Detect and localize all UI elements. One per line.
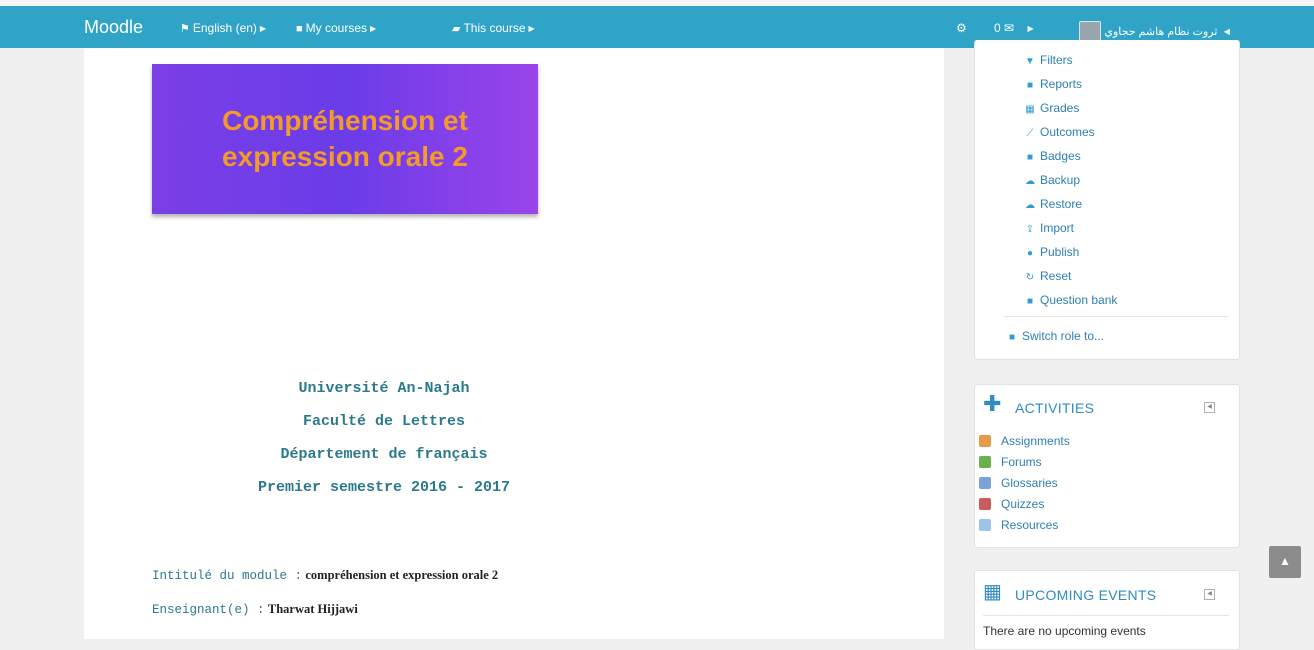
gear-icon: ⚙	[956, 21, 967, 35]
divider	[983, 615, 1229, 616]
resource-icon	[979, 519, 991, 531]
activities-title: ACTIVITIES	[1015, 400, 1095, 416]
calendar-icon: ▦	[983, 581, 1002, 603]
site-brand[interactable]: Moodle	[84, 17, 143, 38]
admin-item-outcomes[interactable]: ⟋ Outcomes	[1023, 125, 1095, 139]
caret-right-icon: ▶	[528, 24, 535, 33]
course-header: Université An-Najah Faculté de Lettres D…	[84, 372, 684, 504]
activity-glossaries[interactable]: Glossaries	[979, 476, 1058, 490]
switch-role-link[interactable]: ■ Switch role to...	[1005, 329, 1104, 343]
department-name: Département de français	[280, 446, 488, 463]
folder-icon: ■	[1026, 152, 1034, 163]
folder-icon: ■	[1026, 80, 1034, 91]
activity-forums[interactable]: Forums	[979, 455, 1042, 469]
admin-item-restore[interactable]: ☁ Restore	[1023, 197, 1082, 211]
teacher-value: Tharwat Hijjawi	[267, 602, 358, 616]
puzzle-icon: ✚	[983, 391, 1002, 416]
caret-right-icon: ▶	[370, 24, 377, 33]
quiz-icon	[979, 498, 991, 510]
book-icon: ▰	[452, 23, 461, 35]
caret-left-icon: ◀	[1223, 27, 1230, 37]
university-name: Université An-Najah	[298, 380, 470, 397]
refresh-icon: ↻	[1025, 272, 1035, 283]
module-value: compréhension et expression orale 2	[305, 568, 499, 582]
collapse-block-icon[interactable]: ◀	[1204, 402, 1215, 413]
glossary-icon	[979, 477, 991, 489]
my-courses-label: My courses	[305, 21, 368, 35]
admin-item-publish[interactable]: ● Publish	[1023, 245, 1079, 259]
course-content: Compréhension et expression orale 2 Univ…	[84, 48, 944, 639]
this-course-menu[interactable]: ▰ This course ▶	[452, 21, 535, 35]
course-banner-image: Compréhension et expression orale 2	[152, 64, 538, 214]
table-icon: ▦	[1025, 104, 1035, 115]
settings-button[interactable]: ⚙	[956, 21, 967, 35]
assignment-icon	[979, 435, 991, 447]
no-events-text: There are no upcoming events	[983, 624, 1146, 638]
magic-icon: ⟋	[1026, 128, 1034, 139]
scroll-to-top-button[interactable]: ▲	[1269, 546, 1301, 578]
filter-icon: ▼	[1025, 56, 1035, 67]
activity-resources[interactable]: Resources	[979, 518, 1058, 532]
admin-item-question-bank[interactable]: ■ Question bank	[1023, 293, 1117, 307]
divider	[1003, 316, 1229, 317]
administration-block: ▼ Filters ■ Reports ▦ Grades ⟋ Outcomes ■ Bad…	[974, 40, 1240, 360]
folder-icon: ■	[1026, 296, 1034, 307]
activities-block: ✚ ACTIVITIES ◀ Assignments Forums Glossa…	[974, 384, 1240, 548]
cloud-upload-icon: ☁	[1025, 176, 1035, 187]
my-courses-menu[interactable]: ■ My courses ▶	[296, 21, 376, 35]
globe-icon: ●	[1026, 248, 1034, 259]
faculty-name: Faculté de Lettres	[302, 413, 466, 430]
user-name: ثروت نظام هاشم حجاوي	[1104, 26, 1218, 39]
module-label: Intitulé du module :	[152, 569, 303, 583]
cloud-upload-icon: ☁	[1025, 200, 1035, 211]
banner-line-2: expression orale 2	[222, 141, 468, 172]
flag-icon: ⚑	[180, 23, 190, 35]
banner-line-1: Compréhension et	[222, 105, 468, 136]
module-title-row: Intitulé du module : compréhension et ex…	[152, 568, 498, 583]
teacher-label: Enseignant(e) :	[152, 603, 265, 617]
collapse-block-icon[interactable]: ◀	[1204, 589, 1215, 600]
admin-item-import[interactable]: ⇪ Import	[1023, 221, 1074, 235]
admin-item-reset[interactable]: ↻ Reset	[1023, 269, 1072, 283]
briefcase-icon: ■	[296, 23, 303, 35]
semester: Premier semestre 2016 - 2017	[257, 479, 511, 496]
forum-icon	[979, 456, 991, 468]
upcoming-events-block: ▦ UPCOMING EVENTS ◀ There are no upcomin…	[974, 570, 1240, 650]
language-menu[interactable]: ⚑ English (en) ▶	[180, 21, 266, 35]
upcoming-events-title: UPCOMING EVENTS	[1015, 587, 1157, 603]
envelope-icon: ✉	[1004, 21, 1015, 35]
admin-item-backup[interactable]: ☁ Backup	[1023, 173, 1080, 187]
activity-quizzes[interactable]: Quizzes	[979, 497, 1044, 511]
admin-item-badges[interactable]: ■ Badges	[1023, 149, 1081, 163]
upload-icon: ⇪	[1025, 224, 1035, 235]
caret-right-icon: ▶	[1027, 24, 1034, 33]
arrow-up-icon: ▲	[1279, 554, 1291, 568]
caret-right-icon: ▶	[259, 24, 267, 33]
activity-assignments[interactable]: Assignments	[979, 434, 1070, 448]
language-label: English (en)	[192, 21, 257, 35]
this-course-label: This course	[463, 21, 526, 35]
folder-icon: ■	[1008, 332, 1016, 343]
messages-count: 0	[994, 21, 1001, 35]
messages-menu[interactable]: 0 ✉ ▶	[994, 21, 1034, 35]
admin-item-grades[interactable]: ▦ Grades	[1023, 101, 1079, 115]
teacher-row: Enseignant(e) : Tharwat Hijjawi	[152, 602, 358, 617]
admin-item-reports[interactable]: ■ Reports	[1023, 77, 1082, 91]
admin-item-filters[interactable]: ▼ Filters	[1023, 53, 1073, 67]
